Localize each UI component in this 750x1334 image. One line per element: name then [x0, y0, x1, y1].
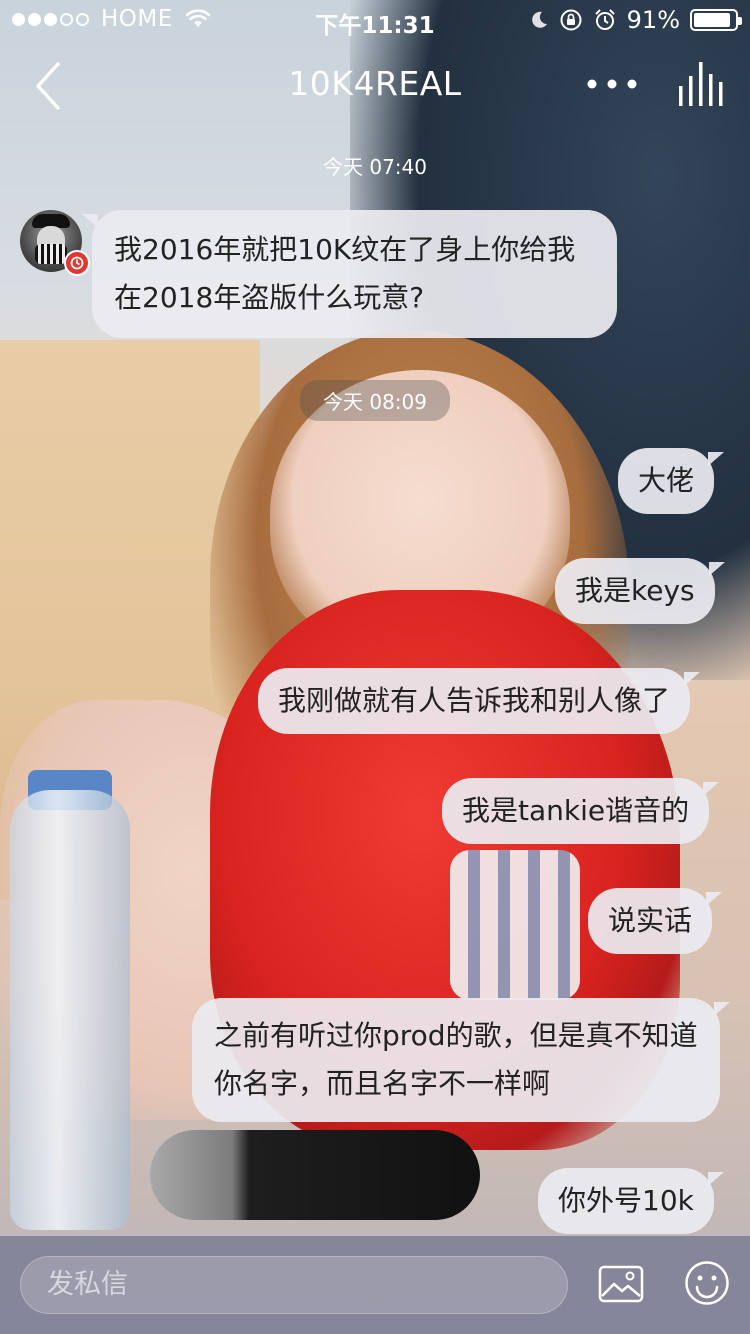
incoming-message[interactable]: 我2016年就把10K纹在了身上你给我在2018年盗版什么玩意? — [82, 210, 617, 338]
outgoing-message[interactable]: 我刚做就有人告诉我和别人像了 — [258, 668, 701, 734]
equalizer-icon[interactable] — [676, 60, 726, 110]
verified-badge-icon — [64, 250, 90, 276]
battery-icon — [690, 9, 742, 31]
battery-percentage: 91% — [626, 6, 680, 34]
moon-icon — [531, 11, 547, 28]
message-input[interactable] — [20, 1256, 568, 1314]
rotation-lock-icon — [560, 9, 582, 31]
timestamp: 今天 07:40 — [323, 155, 427, 179]
more-icon[interactable] — [582, 64, 642, 104]
emoji-icon[interactable] — [684, 1260, 730, 1306]
alarm-icon — [594, 9, 615, 30]
status-bar: HOME 下午11:31 91% — [0, 0, 750, 40]
outgoing-message[interactable]: 你外号10k — [538, 1168, 724, 1234]
input-bar — [0, 1236, 750, 1334]
outgoing-message[interactable]: 之前有听过你prod的歌，但是真不知道你名字，而且名字不一样啊 — [192, 998, 730, 1122]
timestamp: 今天 08:09 — [300, 380, 450, 421]
outgoing-message[interactable]: 说实话 — [588, 888, 723, 954]
avatar[interactable] — [20, 210, 90, 276]
image-icon[interactable] — [598, 1264, 644, 1304]
nav-bar: 10K4REAL — [0, 40, 750, 130]
chat-background-photo — [0, 0, 750, 1334]
outgoing-message[interactable]: 我是tankie谐音的 — [442, 778, 720, 844]
outgoing-message[interactable]: 大佬 — [618, 448, 725, 514]
outgoing-message[interactable]: 我是keys — [555, 558, 725, 624]
